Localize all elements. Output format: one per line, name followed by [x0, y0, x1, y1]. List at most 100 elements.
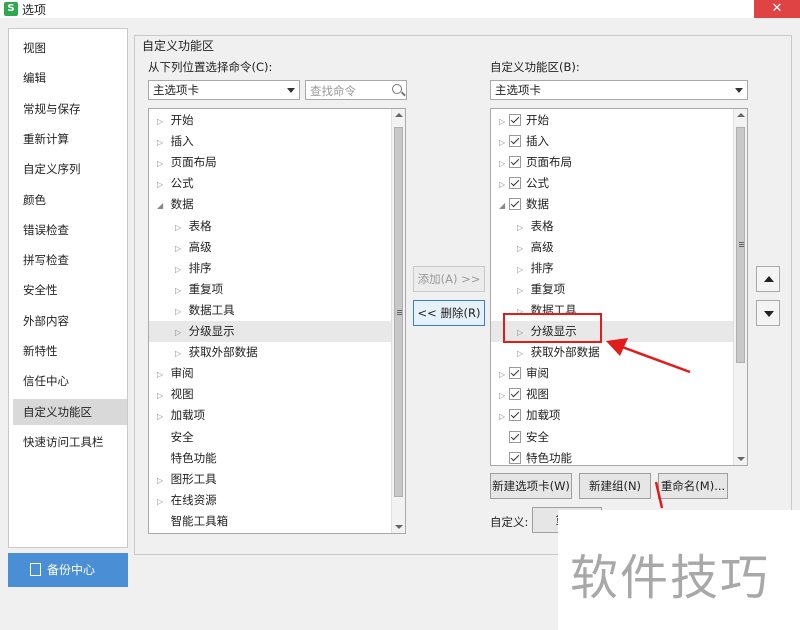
tab-checkbox[interactable]: [509, 451, 521, 464]
expand-triangle-icon[interactable]: ▷: [157, 153, 167, 174]
expand-triangle-icon[interactable]: ▷: [517, 217, 527, 238]
tab-checkbox[interactable]: [509, 388, 521, 401]
tree-item[interactable]: 安全: [149, 427, 391, 448]
backup-center-button[interactable]: 备份中心: [8, 553, 128, 587]
tree-item[interactable]: ▷ 表格: [491, 216, 733, 237]
tab-checkbox[interactable]: [509, 430, 521, 443]
tree-item[interactable]: ▷ 高级: [149, 237, 391, 258]
scroll-down-icon[interactable]: [395, 525, 403, 529]
tab-checkbox[interactable]: [509, 198, 521, 211]
expand-triangle-icon[interactable]: ▷: [499, 174, 509, 195]
collapse-triangle-icon[interactable]: ◢: [157, 195, 167, 216]
tree-item[interactable]: ◢ 数据: [149, 194, 391, 215]
tab-checkbox[interactable]: [509, 156, 521, 169]
expand-triangle-icon[interactable]: ▷: [517, 280, 527, 301]
move-down-button[interactable]: [756, 300, 780, 326]
tree-item[interactable]: ▷ 公式: [491, 173, 733, 194]
expand-triangle-icon[interactable]: ▷: [175, 217, 185, 238]
expand-triangle-icon[interactable]: ▷: [499, 364, 509, 385]
tree-item[interactable]: ▷ 视图: [149, 384, 391, 405]
nav-item[interactable]: 信任中心: [9, 368, 127, 394]
expand-triangle-icon[interactable]: ▷: [175, 322, 185, 343]
expand-triangle-icon[interactable]: ▷: [157, 132, 167, 153]
search-icon[interactable]: [392, 84, 402, 94]
tab-checkbox[interactable]: [509, 135, 521, 148]
right-tree-scrollbar[interactable]: [733, 109, 747, 465]
move-up-button[interactable]: [756, 266, 780, 292]
expand-triangle-icon[interactable]: ▷: [499, 132, 509, 153]
nav-item[interactable]: 自定义功能区: [13, 398, 127, 425]
tree-item[interactable]: ▷ 审阅: [149, 363, 391, 384]
scroll-up-icon[interactable]: [395, 113, 403, 117]
nav-item[interactable]: 常规与保存: [9, 96, 127, 122]
expand-triangle-icon[interactable]: ▷: [175, 238, 185, 259]
expand-triangle-icon[interactable]: ▷: [499, 111, 509, 132]
tree-item[interactable]: 特色功能: [149, 448, 391, 469]
available-commands-tree[interactable]: 智能工具箱 ▷ 在线资源 ▷ 图形工具 特色功能 安全 ▷ 加载项 ▷ 视图 ▷ 审阅 ▷ …: [148, 108, 406, 534]
tree-item[interactable]: ▷ 在线资源: [149, 490, 391, 511]
tree-item[interactable]: ▷ 排序: [149, 258, 391, 279]
expand-triangle-icon[interactable]: ▷: [499, 153, 509, 174]
expand-triangle-icon[interactable]: ▷: [157, 491, 167, 512]
nav-item[interactable]: 快速访问工具栏: [9, 429, 127, 455]
close-button[interactable]: ✕: [754, 0, 800, 18]
expand-triangle-icon[interactable]: ▷: [157, 406, 167, 427]
tree-item[interactable]: ▷ 公式: [149, 173, 391, 194]
scroll-thumb[interactable]: [394, 127, 403, 497]
add-button[interactable]: 添加(A) >>: [413, 266, 485, 292]
left-tree-scrollbar[interactable]: [391, 109, 405, 533]
remove-button[interactable]: << 删除(R): [413, 300, 485, 326]
tab-checkbox[interactable]: [509, 114, 521, 126]
nav-item[interactable]: 重新计算: [9, 126, 127, 152]
new-tab-button[interactable]: 新建选项卡(W): [490, 473, 572, 499]
expand-triangle-icon[interactable]: ▷: [157, 174, 167, 195]
nav-item[interactable]: 颜色: [9, 187, 127, 213]
scroll-thumb[interactable]: [736, 127, 745, 363]
tree-item[interactable]: ▷ 排序: [491, 258, 733, 279]
expand-triangle-icon[interactable]: ▷: [175, 259, 185, 280]
tree-item[interactable]: ◢ 数据: [491, 194, 733, 215]
scroll-up-icon[interactable]: [737, 113, 745, 117]
scroll-down-icon[interactable]: [737, 457, 745, 461]
expand-triangle-icon[interactable]: ▷: [157, 111, 167, 132]
tree-item[interactable]: ▷ 插入: [491, 131, 733, 152]
nav-item[interactable]: 自定义序列: [9, 156, 127, 182]
collapse-triangle-icon[interactable]: ◢: [499, 195, 509, 216]
tree-item[interactable]: ▷ 分级显示: [149, 321, 391, 342]
tree-item[interactable]: ▷ 开始: [491, 110, 733, 131]
nav-item[interactable]: 拼写检查: [9, 247, 127, 273]
nav-item[interactable]: 错误检查: [9, 217, 127, 243]
choose-commands-combo[interactable]: 主选项卡: [148, 80, 300, 100]
expand-triangle-icon[interactable]: ▷: [499, 385, 509, 406]
nav-item[interactable]: 编辑: [9, 65, 127, 91]
tree-item[interactable]: ▷ 高级: [491, 237, 733, 258]
tree-item[interactable]: ▷ 数据工具: [149, 300, 391, 321]
tab-checkbox[interactable]: [509, 177, 521, 190]
customize-ribbon-combo[interactable]: 主选项卡: [490, 80, 748, 100]
expand-triangle-icon[interactable]: ▷: [157, 385, 167, 406]
tree-item[interactable]: ▷ 获取外部数据: [149, 342, 391, 363]
expand-triangle-icon[interactable]: ▷: [175, 301, 185, 322]
tab-checkbox[interactable]: [509, 409, 521, 422]
expand-triangle-icon[interactable]: ▷: [517, 259, 527, 280]
expand-triangle-icon[interactable]: ▷: [175, 343, 185, 364]
tab-checkbox[interactable]: [509, 367, 521, 380]
nav-item[interactable]: 安全性: [9, 277, 127, 303]
expand-triangle-icon[interactable]: ▷: [499, 406, 509, 427]
tree-item[interactable]: ▷ 插入: [149, 131, 391, 152]
tree-item[interactable]: ▷ 重复项: [149, 279, 391, 300]
tree-item[interactable]: ▷ 重复项: [491, 279, 733, 300]
nav-item[interactable]: 新特性: [9, 338, 127, 364]
tree-item[interactable]: 智能工具箱: [149, 511, 391, 532]
tree-item[interactable]: ▷ 图形工具: [149, 469, 391, 490]
expand-triangle-icon[interactable]: ▷: [157, 470, 167, 491]
expand-triangle-icon[interactable]: ▷: [517, 238, 527, 259]
tree-item[interactable]: ▷ 表格: [149, 216, 391, 237]
search-input[interactable]: 查找命令: [305, 80, 407, 100]
nav-item[interactable]: 视图: [9, 35, 127, 61]
tree-item[interactable]: ▷ 页面布局: [149, 152, 391, 173]
tree-item[interactable]: ▷ 开始: [149, 110, 391, 131]
expand-triangle-icon[interactable]: ▷: [517, 343, 527, 364]
expand-triangle-icon[interactable]: ▷: [157, 364, 167, 385]
nav-item[interactable]: 外部内容: [9, 308, 127, 334]
